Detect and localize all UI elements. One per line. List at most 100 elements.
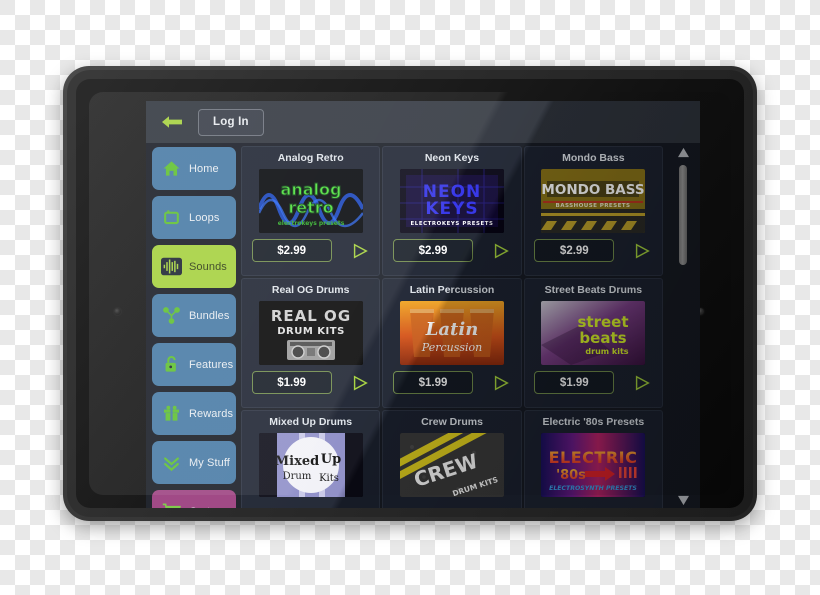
- svg-text:KEYS: KEYS: [425, 199, 478, 219]
- sidebar-item-cart[interactable]: Cart: [152, 490, 236, 508]
- product-artwork: analog retro electrokeys presets: [258, 169, 363, 233]
- price-button[interactable]: $1.99: [534, 371, 615, 394]
- gift-icon: [160, 403, 182, 425]
- price-button[interactable]: $1.99: [392, 371, 473, 394]
- svg-text:beats: beats: [580, 329, 627, 347]
- sidebar-item-label: Loops: [189, 211, 220, 224]
- sidebar-item-sounds[interactable]: Sounds: [152, 245, 236, 288]
- sidebar-item-label: Features: [189, 358, 234, 371]
- sidebar-item-my-stuff[interactable]: My Stuff: [152, 441, 236, 484]
- product-footer: $1.99: [251, 371, 370, 394]
- app-body: Home Loops Sounds Bundles Features Rewar…: [146, 143, 700, 508]
- product-title: Crew Drums: [421, 416, 483, 428]
- triangle-up-icon[interactable]: [675, 145, 691, 159]
- sidebar: Home Loops Sounds Bundles Features Rewar…: [152, 147, 236, 508]
- product-card[interactable]: Analog Retro analog retro electrokeys pr…: [241, 146, 381, 276]
- product-title: Electric '80s Presets: [542, 416, 645, 428]
- sidebar-item-label: Bundles: [189, 309, 230, 322]
- unlock-icon: [160, 354, 182, 376]
- svg-text:MONDO BASS: MONDO BASS: [542, 182, 645, 198]
- product-title: Mondo Bass: [562, 152, 625, 164]
- price-button[interactable]: $2.99: [534, 239, 615, 262]
- svg-text:analog: analog: [280, 180, 341, 199]
- triangle-down-icon[interactable]: [675, 493, 691, 507]
- tablet-bezel: Log In Home Loops Sounds Bundles Feature…: [76, 79, 744, 508]
- home-icon: [160, 158, 182, 180]
- svg-text:BASSHOUSE PRESETS: BASSHOUSE PRESETS: [556, 203, 631, 209]
- product-title: Street Beats Drums: [544, 284, 643, 296]
- product-artwork: MONDO BASS BASSHOUSE PRESETS: [541, 169, 646, 233]
- sidebar-item-rewards[interactable]: Rewards: [152, 392, 236, 435]
- price-button[interactable]: $1.99: [251, 371, 332, 394]
- play-icon[interactable]: [350, 373, 370, 393]
- scrollbar-thumb[interactable]: [679, 165, 687, 265]
- loop-icon: [160, 207, 182, 229]
- svg-text:REAL OG: REAL OG: [271, 307, 351, 325]
- play-icon[interactable]: [350, 241, 370, 261]
- product-artwork: Mixed Up Drum Kits: [258, 433, 363, 497]
- svg-text:Mixed: Mixed: [274, 454, 318, 469]
- product-card[interactable]: Electric '80s Presets ELECTRIC '80s ELEC…: [523, 410, 663, 508]
- product-title: Neon Keys: [424, 152, 480, 164]
- product-artwork: CREW DRUM KITS: [399, 433, 504, 497]
- sidebar-item-label: Home: [189, 162, 219, 175]
- sidebar-item-bundles[interactable]: Bundles: [152, 294, 236, 337]
- sidebar-item-label: Rewards: [189, 407, 234, 420]
- product-footer: $1.99: [534, 371, 652, 394]
- product-title: Analog Retro: [277, 152, 344, 164]
- price-button[interactable]: $2.99: [392, 239, 473, 262]
- sidebar-item-label: Cart: [189, 506, 210, 509]
- product-card[interactable]: Street Beats Drums street beats drum kit…: [523, 278, 663, 408]
- scrollbar-track[interactable]: [670, 159, 696, 508]
- product-artwork: Latin Percussion: [399, 301, 504, 365]
- svg-text:electrokeys presets: electrokeys presets: [277, 220, 344, 227]
- tablet-device: Log In Home Loops Sounds Bundles Feature…: [63, 66, 757, 521]
- sidebar-item-loops[interactable]: Loops: [152, 196, 236, 239]
- play-icon[interactable]: [491, 241, 511, 261]
- product-card[interactable]: Real OG Drums REAL OG DRUM KITS $1.99: [241, 278, 381, 408]
- svg-text:ELECTROKEYS PRESETS: ELECTROKEYS PRESETS: [410, 221, 493, 227]
- chevrons-down-icon: [160, 452, 182, 474]
- product-artwork: street beats drum kits: [541, 301, 646, 365]
- sidebar-item-label: Sounds: [189, 260, 227, 273]
- bundles-icon: [160, 305, 182, 327]
- product-card[interactable]: Neon Keys NEON KEYS ELECTROKEYS PRESETS …: [382, 146, 522, 276]
- cart-icon: [160, 501, 182, 508]
- product-title: Real OG Drums: [271, 284, 350, 296]
- price-button[interactable]: $2.99: [251, 239, 332, 262]
- screenshot-stage: Log In Home Loops Sounds Bundles Feature…: [0, 0, 820, 595]
- svg-text:ELECTROSYNTH PRESETS: ELECTROSYNTH PRESETS: [549, 485, 637, 492]
- sidebar-item-home[interactable]: Home: [152, 147, 236, 190]
- product-artwork: NEON KEYS ELECTROKEYS PRESETS: [399, 169, 504, 233]
- svg-text:Percussion: Percussion: [421, 341, 482, 354]
- product-card[interactable]: Mixed Up Drums Mixed Up Drum Kits: [241, 410, 381, 508]
- product-artwork: ELECTRIC '80s ELECTROSYNTH PRESETS: [541, 433, 646, 497]
- product-artwork: REAL OG DRUM KITS: [258, 301, 363, 365]
- waveform-icon: [160, 256, 182, 278]
- product-card[interactable]: Latin Percussion Latin Percussion $1.99: [382, 278, 522, 408]
- sidebar-item-features[interactable]: Features: [152, 343, 236, 386]
- play-icon[interactable]: [491, 373, 511, 393]
- product-footer: $2.99: [534, 239, 652, 262]
- product-card[interactable]: Crew Drums CREW DRUM KITS: [382, 410, 522, 508]
- arrow-left-icon[interactable]: [160, 113, 184, 131]
- vertical-scrollbar[interactable]: [670, 145, 696, 508]
- svg-text:Up: Up: [320, 452, 340, 467]
- play-icon[interactable]: [632, 373, 652, 393]
- product-card[interactable]: Mondo Bass MONDO BASS BASSHOUSE PRESETS …: [523, 146, 663, 276]
- product-footer: $2.99: [251, 239, 370, 262]
- product-title: Mixed Up Drums: [269, 416, 353, 428]
- svg-text:'80s: '80s: [556, 468, 586, 483]
- svg-text:drum kits: drum kits: [586, 347, 629, 356]
- svg-text:retro: retro: [288, 198, 333, 217]
- svg-text:Latin: Latin: [425, 319, 479, 340]
- svg-text:Kits: Kits: [319, 473, 339, 484]
- tablet-screen: Log In Home Loops Sounds Bundles Feature…: [146, 101, 700, 508]
- svg-text:DRUM KITS: DRUM KITS: [277, 326, 345, 337]
- camera-icon: [114, 308, 121, 315]
- login-button[interactable]: Log In: [198, 108, 264, 136]
- product-grid: Analog Retro analog retro electrokeys pr…: [240, 145, 664, 508]
- product-footer: $1.99: [392, 371, 511, 394]
- product-title: Latin Percussion: [409, 284, 495, 296]
- play-icon[interactable]: [632, 241, 652, 261]
